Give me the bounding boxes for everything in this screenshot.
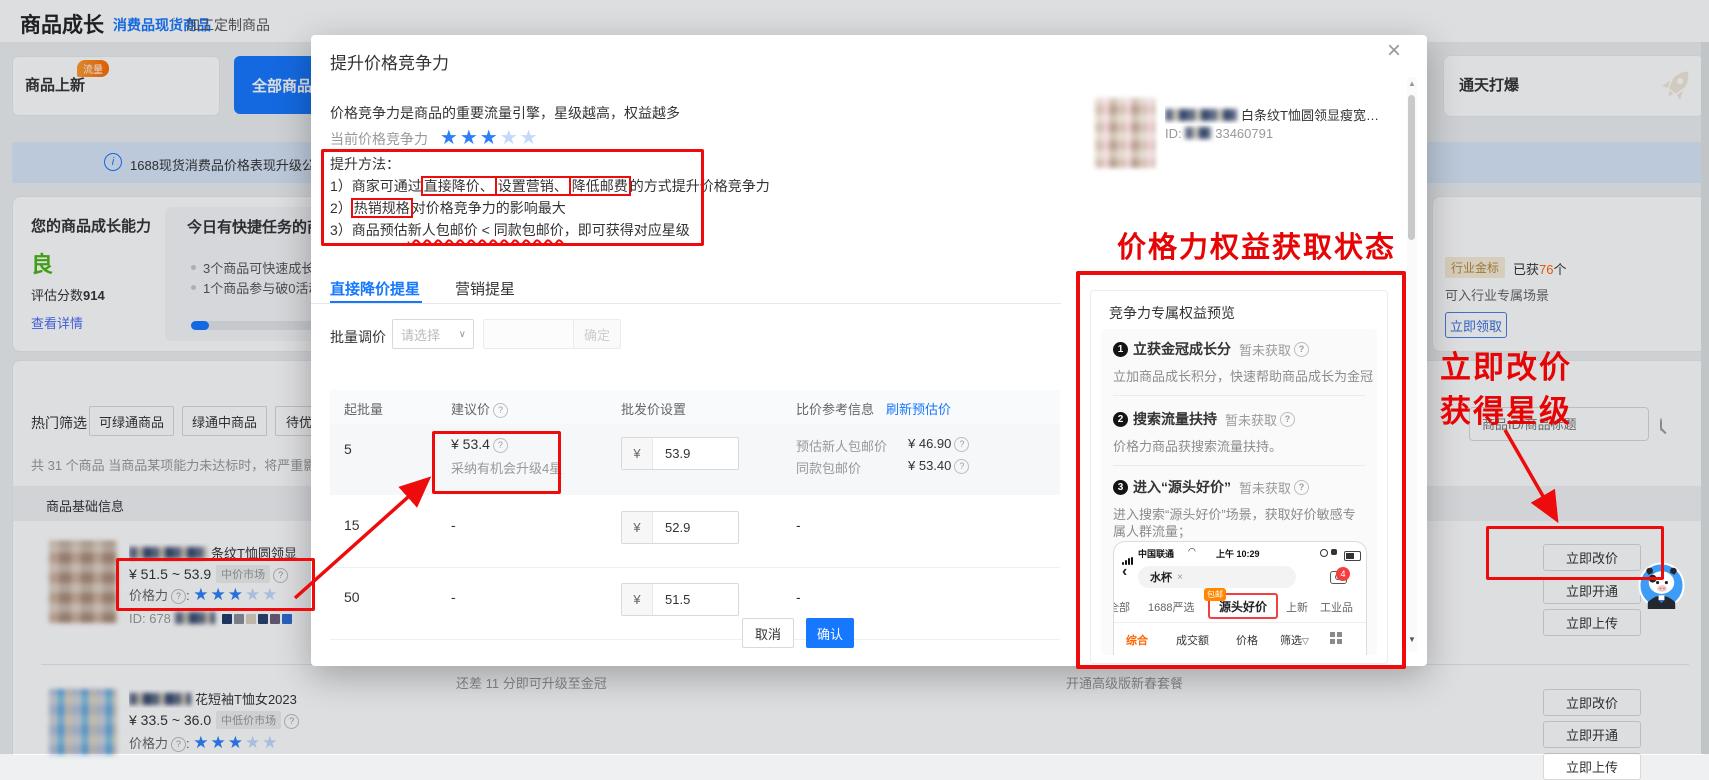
qty-cell: 5 [344,441,352,457]
button-label: 确认 [817,624,843,643]
refresh-estimate-link[interactable]: 刷新预估价 [886,399,951,418]
scroll-down-icon[interactable]: ▼ [1408,635,1416,644]
tab-divider [311,303,1061,304]
modal-intro: 价格竞争力是商品的重要流量引擎，星级越高，权益越多 [330,103,680,123]
annotation-box-product-price [116,558,315,611]
modal-title: 提升价格竞争力 [330,49,449,74]
compare-cell: - [796,589,801,605]
annotation-status-title: 价格力权益获取状态 [1117,224,1396,266]
button-label: 取消 [755,624,781,643]
current-power-row: 当前价格竞争力 ★★★★★ [330,125,540,150]
bulk-adjust-input[interactable] [483,319,575,349]
yuan-prefix: ¥ [622,438,653,469]
wholesale-input-group[interactable]: ¥ [621,583,739,616]
id-label: ID: [1165,126,1185,141]
bulk-confirm-button[interactable]: 确定 [573,319,621,349]
price-table-header: 起批量 建议价? 批发价设置 比价参考信息 刷新预估价 [330,390,1060,424]
blurred-title-part [1165,109,1237,121]
wholesale-price-input[interactable] [653,512,737,543]
compare-label: 同款包邮价 [796,458,861,477]
annotation-cta-line2: 获得星级 [1440,386,1572,431]
question-icon[interactable]: ? [493,403,508,418]
col-header-wholesale: 批发价设置 [621,399,686,418]
compare-cell: - [796,517,801,533]
yuan-prefix: ¥ [622,584,653,615]
qty-cell: 15 [344,517,360,533]
price-row-2: 15 - ¥ - [330,495,1060,568]
chevron-down-icon: ∨ [459,329,466,340]
bulk-adjust-select[interactable]: 请选择 ∨ [392,319,474,349]
id-value: 33460791 [1215,126,1273,141]
star-rating-empty: ★★ [500,127,540,149]
annotation-box-suggest-price [432,431,561,494]
button-label: 确定 [584,325,610,344]
blurred-id-part [1185,127,1211,139]
product-title-tail: 白条纹T恤圆领显瘦宽… [1241,108,1379,123]
suggest-cell: - [451,517,456,533]
tab-marketing[interactable]: 营销提星 [455,278,515,299]
button-label: 立即上传 [1566,757,1618,776]
annotation-box-methods [321,149,704,246]
compare-value: ¥ 53.40? [908,458,969,474]
qty-cell: 50 [344,589,360,605]
modal-product-image [1095,98,1155,168]
annotation-box-reprice-button [1486,526,1664,580]
annotation-cta-line1: 立即改价 [1440,342,1572,387]
scroll-up-icon[interactable]: ▲ [1408,79,1416,88]
compare-label: 预估新人包邮价 [796,436,887,455]
star-rating-filled: ★★★ [440,127,500,149]
bulk-adjust-label: 批量调价 [330,327,386,347]
modal-product-title: 白条纹T恤圆领显瘦宽… [1165,105,1387,124]
wholesale-price-input[interactable] [653,584,737,615]
question-icon[interactable]: ? [954,437,969,452]
current-power-label: 当前价格竞争力 [330,131,428,147]
col-header-suggest: 建议价? [451,399,508,418]
cancel-button[interactable]: 取消 [742,618,794,648]
col-header-compare: 比价参考信息 [796,399,874,418]
close-icon[interactable]: × [1387,37,1401,65]
modal-scrollbar[interactable]: ▲ ▼ [1407,77,1417,652]
tab-direct-discount[interactable]: 直接降价提星 [330,278,420,299]
question-icon[interactable]: ? [954,459,969,474]
price-row-3: 50 - ¥ - [330,567,1060,640]
yuan-prefix: ¥ [622,512,653,543]
wholesale-input-group[interactable]: ¥ [621,511,739,544]
upload-now-button[interactable]: 立即上传 [1543,753,1641,780]
col-header-qty: 起批量 [344,399,383,418]
annotation-box-benefits-panel [1076,271,1406,669]
scrollbar-thumb[interactable] [1408,95,1415,240]
wholesale-price-input[interactable] [653,438,737,469]
compare-value: ¥ 46.90? [908,436,969,452]
modal-product-id: ID: 33460791 [1165,126,1273,141]
select-placeholder: 请选择 [401,325,440,344]
suggest-cell: - [451,589,456,605]
wholesale-input-group[interactable]: ¥ [621,437,739,470]
confirm-button[interactable]: 确认 [806,618,854,648]
